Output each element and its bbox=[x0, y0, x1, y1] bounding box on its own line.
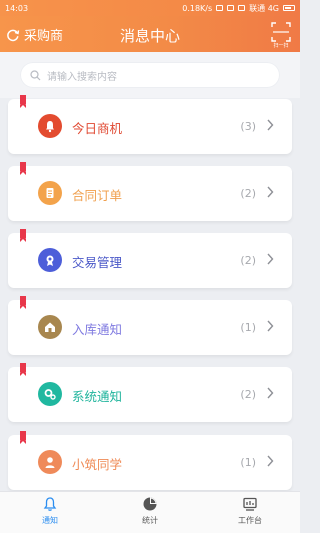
message-label: 系统通知 bbox=[72, 389, 123, 404]
message-label: 小筑同学 bbox=[72, 457, 123, 472]
tab-label: 工作台 bbox=[238, 516, 262, 525]
message-item-contract-orders[interactable]: 合同订单 (2) bbox=[8, 162, 292, 221]
tab-notifications[interactable]: 通知 bbox=[20, 496, 80, 532]
alarm-icon bbox=[216, 5, 224, 11]
message-count: (2) bbox=[240, 187, 256, 200]
message-count: (2) bbox=[240, 254, 256, 267]
message-label: 今日商机 bbox=[72, 121, 123, 136]
status-bar: 14:03 0.18K/s 联通 4G bbox=[0, 0, 300, 16]
message-count: (3) bbox=[240, 120, 256, 133]
battery-icon bbox=[283, 5, 295, 11]
search-icon bbox=[30, 69, 41, 80]
message-item-transaction-management[interactable]: 交易管理 (2) bbox=[8, 229, 292, 288]
chevron-right-icon bbox=[267, 387, 274, 399]
chevron-right-icon bbox=[267, 186, 274, 198]
message-item-system-notice[interactable]: 系统通知 (2) bbox=[8, 363, 292, 422]
role-switch-button[interactable]: 采购商 bbox=[6, 25, 63, 44]
warehouse-icon bbox=[38, 315, 62, 339]
bell-icon bbox=[38, 114, 62, 138]
flag-icon bbox=[20, 229, 26, 242]
message-item-today-opportunities[interactable]: 今日商机 (3) bbox=[8, 95, 292, 154]
notification-icon bbox=[227, 5, 235, 11]
status-time: 14:03 bbox=[5, 3, 29, 13]
person-icon bbox=[38, 450, 62, 474]
chevron-right-icon bbox=[267, 320, 274, 332]
wifi-icon bbox=[238, 5, 246, 11]
document-icon bbox=[38, 181, 62, 205]
search-input[interactable]: 请输入搜索内容 bbox=[20, 62, 280, 88]
tab-bar: 通知 统计 工作台 bbox=[0, 491, 300, 533]
role-label: 采购商 bbox=[24, 29, 64, 44]
workbench-icon bbox=[243, 497, 257, 511]
tab-label: 统计 bbox=[142, 516, 158, 525]
message-item-assistant[interactable]: 小筑同学 (1) bbox=[8, 431, 292, 490]
pie-chart-icon bbox=[143, 497, 157, 511]
award-icon bbox=[38, 248, 62, 272]
message-label: 合同订单 bbox=[72, 188, 123, 203]
tab-statistics[interactable]: 统计 bbox=[120, 496, 180, 532]
flag-icon bbox=[20, 363, 26, 376]
tab-label: 通知 bbox=[42, 516, 58, 525]
message-item-warehouse-notice[interactable]: 入库通知 (1) bbox=[8, 296, 292, 355]
search-placeholder: 请输入搜索内容 bbox=[47, 71, 117, 83]
search-area: 请输入搜索内容 bbox=[0, 52, 300, 98]
message-label: 入库通知 bbox=[72, 322, 123, 337]
svg-text:扫一扫: 扫一扫 bbox=[273, 42, 288, 48]
flag-icon bbox=[20, 95, 26, 108]
flag-icon bbox=[20, 162, 26, 175]
status-right: 0.18K/s 联通 4G bbox=[182, 3, 295, 14]
carrier: 联通 4G bbox=[249, 3, 279, 13]
bell-outline-icon bbox=[43, 497, 57, 511]
network-speed: 0.18K/s bbox=[182, 3, 213, 13]
refresh-icon bbox=[7, 29, 20, 41]
message-count: (1) bbox=[240, 321, 256, 334]
message-count: (1) bbox=[240, 456, 256, 469]
chevron-right-icon bbox=[267, 455, 274, 467]
tab-workbench[interactable]: 工作台 bbox=[220, 496, 280, 532]
chevron-right-icon bbox=[267, 119, 274, 131]
nav-bar: 采购商 消息中心 扫一扫 bbox=[0, 16, 300, 52]
chevron-right-icon bbox=[267, 253, 274, 265]
message-label: 交易管理 bbox=[72, 255, 123, 270]
gear-icon bbox=[38, 382, 62, 406]
scan-icon[interactable]: 扫一扫 bbox=[270, 20, 292, 48]
message-count: (2) bbox=[240, 388, 256, 401]
flag-icon bbox=[20, 296, 26, 309]
flag-icon bbox=[20, 431, 26, 444]
